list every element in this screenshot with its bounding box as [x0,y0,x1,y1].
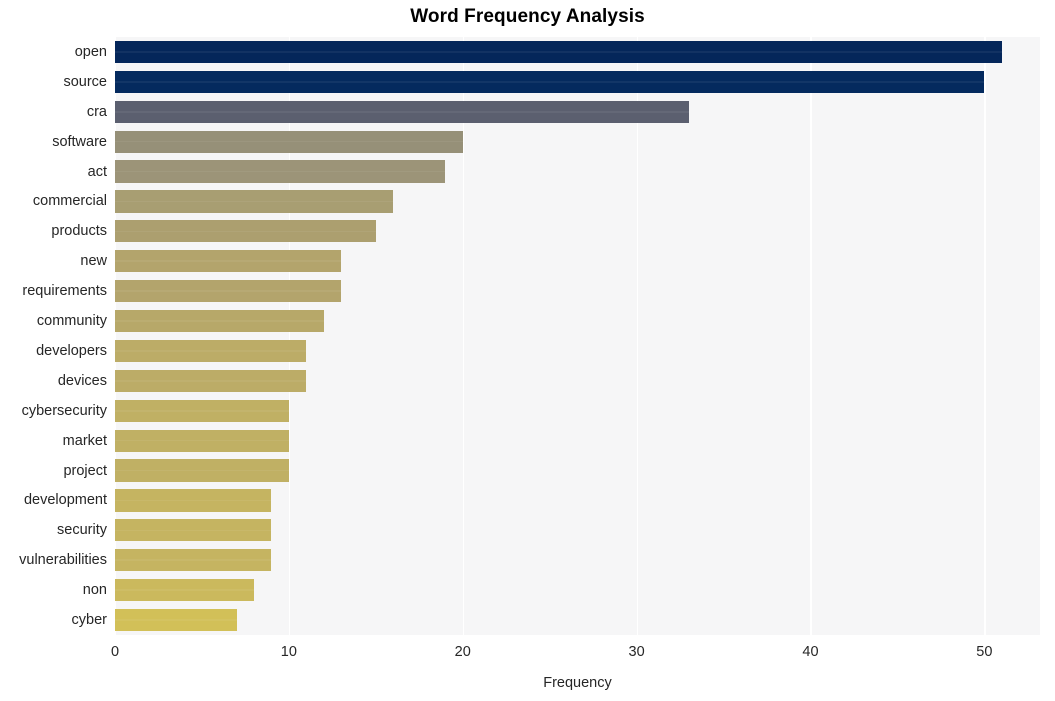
chart-figure: Word Frequency Analysis open source cra sof… [0,0,1055,701]
y-tick-label-market: market [62,432,107,449]
bar-security[interactable] [115,519,272,542]
x-tick-label-30: 30 [628,644,645,660]
y-tick-label-cra: cra [86,103,107,120]
bar-cra[interactable] [115,100,689,123]
y-tick-label-source: source [63,73,107,90]
bars-container [115,37,1040,635]
bar-band [115,469,289,472]
y-tick-label-products: products [51,223,107,240]
bar-band [115,260,342,263]
plot-area [115,37,1040,635]
bar-project[interactable] [115,459,289,482]
bar-band [115,81,985,83]
bar-band [115,320,324,322]
bar-row [115,309,1040,333]
y-tick-label-commercial: commercial [32,193,107,210]
x-axis-title: Frequency [543,675,612,691]
x-tick-label-20: 20 [454,644,471,660]
x-axis-tick-labels: 0 10 20 30 40 50 [0,645,1055,667]
y-tick-label-devices: devices [57,372,107,389]
bar-act[interactable] [115,160,446,183]
bar-band [115,140,463,143]
x-tick-label-10: 10 [280,644,297,660]
y-tick-label-development: development [23,492,107,509]
y-tick-label-act: act [87,163,107,180]
x-tick-label-40: 40 [802,644,819,660]
y-tick-label-cybersecurity: cybersecurity [21,402,107,419]
bar-row [115,70,1040,93]
bar-software[interactable] [115,130,463,153]
bar-cybersecurity[interactable] [115,399,289,422]
y-tick-label-non: non [82,582,107,599]
bar-row [115,399,1040,422]
bar-row [115,429,1040,452]
y-tick-label-cyber: cyber [71,612,107,629]
bar-row [115,190,1040,213]
bar-band [115,589,255,591]
bar-row [115,280,1040,303]
y-tick-label-vulnerabilities: vulnerabilities [19,552,107,569]
bar-devices[interactable] [115,369,307,392]
bar-commercial[interactable] [115,190,394,213]
bar-band [115,200,394,203]
bar-band [115,380,307,382]
x-tick-label-50: 50 [976,644,993,660]
y-tick-label-software: software [52,133,107,150]
bar-band [115,110,689,113]
bar-band [115,619,237,621]
bar-band [115,529,272,532]
bar-vulnerabilities[interactable] [115,549,272,572]
bar-row [115,579,1040,602]
bar-band [115,559,272,562]
bar-community[interactable] [115,309,324,333]
bar-row [115,608,1040,632]
bar-market[interactable] [115,429,289,452]
bar-developers[interactable] [115,339,307,363]
bar-row [115,160,1040,183]
bar-band [115,499,272,502]
y-tick-label-project: project [63,462,107,479]
bar-row [115,549,1040,572]
y-tick-label-open: open [74,43,107,60]
bar-row [115,100,1040,123]
bar-row [115,130,1040,153]
bar-band [115,51,1002,53]
bar-band [115,290,342,292]
bar-non[interactable] [115,579,255,602]
bar-row [115,220,1040,243]
bar-row [115,459,1040,482]
bar-row [115,40,1040,64]
bar-row [115,250,1040,273]
bar-band [115,409,289,412]
bar-open[interactable] [115,40,1002,64]
y-axis-tick-labels: open source cra software act commercial produc… [0,37,107,635]
chart-title: Word Frequency Analysis [410,6,645,27]
bar-row [115,339,1040,363]
y-tick-label-new: new [80,253,107,270]
bar-row [115,369,1040,392]
bar-band [115,439,289,442]
bar-row [115,519,1040,542]
y-tick-label-requirements: requirements [22,283,107,300]
bar-row [115,489,1040,512]
bar-products[interactable] [115,220,376,243]
bar-new[interactable] [115,250,342,273]
bar-band [115,350,307,352]
bar-cyber[interactable] [115,608,237,632]
bar-band [115,230,376,233]
bar-development[interactable] [115,489,272,512]
y-tick-label-security: security [57,522,107,539]
bar-source[interactable] [115,70,985,93]
bar-requirements[interactable] [115,280,342,303]
x-tick-label-0: 0 [110,644,120,660]
bar-band [115,170,446,173]
y-tick-label-developers: developers [36,342,107,359]
y-tick-label-community: community [36,313,107,330]
